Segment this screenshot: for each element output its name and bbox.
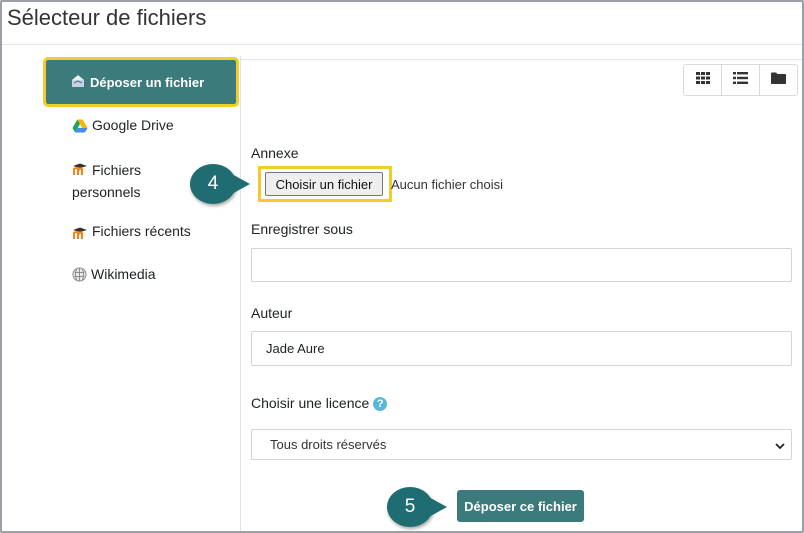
folder-icon: [771, 71, 786, 89]
content-divider: [241, 59, 802, 60]
view-list-button[interactable]: [722, 65, 760, 95]
sidebar-item-label: Déposer un fichier: [90, 74, 205, 90]
wikimedia-icon: [72, 266, 87, 288]
upload-icon: [70, 74, 86, 91]
google-drive-icon: [72, 117, 88, 139]
chevron-down-icon: [775, 439, 785, 454]
sidebar-item-google-drive[interactable]: Google Drive: [72, 114, 174, 139]
view-tree-button[interactable]: [760, 65, 797, 95]
moodle-icon: [72, 159, 88, 181]
title-divider: [2, 44, 802, 45]
sidebar-item-label: Fichiers récents: [92, 223, 191, 239]
upload-file-button[interactable]: Déposer ce fichier: [457, 490, 584, 522]
file-picker-dialog: Sélecteur de fichiers Déposer un fichier…: [0, 0, 804, 533]
sidebar-item-label: Google Drive: [92, 117, 174, 133]
sidebar-item-recent-files[interactable]: Fichiers récents: [72, 220, 191, 245]
sidebar-item-wikimedia[interactable]: Wikimedia: [72, 263, 156, 288]
file-chooser-highlight: Choisir un fichier: [258, 166, 392, 202]
view-mode-toolbar: [683, 64, 798, 96]
author-label: Auteur: [251, 305, 293, 321]
sidebar-item-label: Wikimedia: [91, 266, 156, 282]
choose-file-button[interactable]: Choisir un fichier: [265, 172, 383, 196]
sidebar-item-label: Fichiers: [92, 162, 142, 178]
attachment-label: Annexe: [251, 145, 299, 161]
repository-sidebar: Déposer un fichier Google Drive Fichiers…: [42, 56, 241, 531]
sidebar-item-label-line2: personnels: [72, 184, 141, 200]
callout-pointer: [427, 496, 447, 518]
author-field[interactable]: Jade Aure: [251, 331, 792, 366]
sidebar-item-upload[interactable]: Déposer un fichier: [43, 57, 239, 107]
license-label: Choisir une licence: [251, 395, 370, 411]
list-icon: [733, 71, 748, 89]
moodle-icon: [72, 223, 88, 245]
callout-pointer: [230, 173, 250, 195]
license-selected-value: Tous droits réservés: [270, 437, 387, 452]
license-label-row: Choisir une licence?: [251, 395, 388, 411]
sidebar-item-private-files[interactable]: Fichiers personnels: [72, 156, 141, 203]
save-as-field[interactable]: [251, 248, 792, 282]
save-as-label: Enregistrer sous: [251, 221, 353, 237]
grid-icon: [695, 71, 710, 89]
no-file-text: Aucun fichier choisi: [391, 177, 503, 192]
view-icons-button[interactable]: [684, 65, 722, 95]
license-select[interactable]: Tous droits réservés: [251, 429, 792, 460]
help-icon[interactable]: ?: [373, 397, 388, 411]
dialog-title: Sélecteur de fichiers: [7, 5, 207, 30]
